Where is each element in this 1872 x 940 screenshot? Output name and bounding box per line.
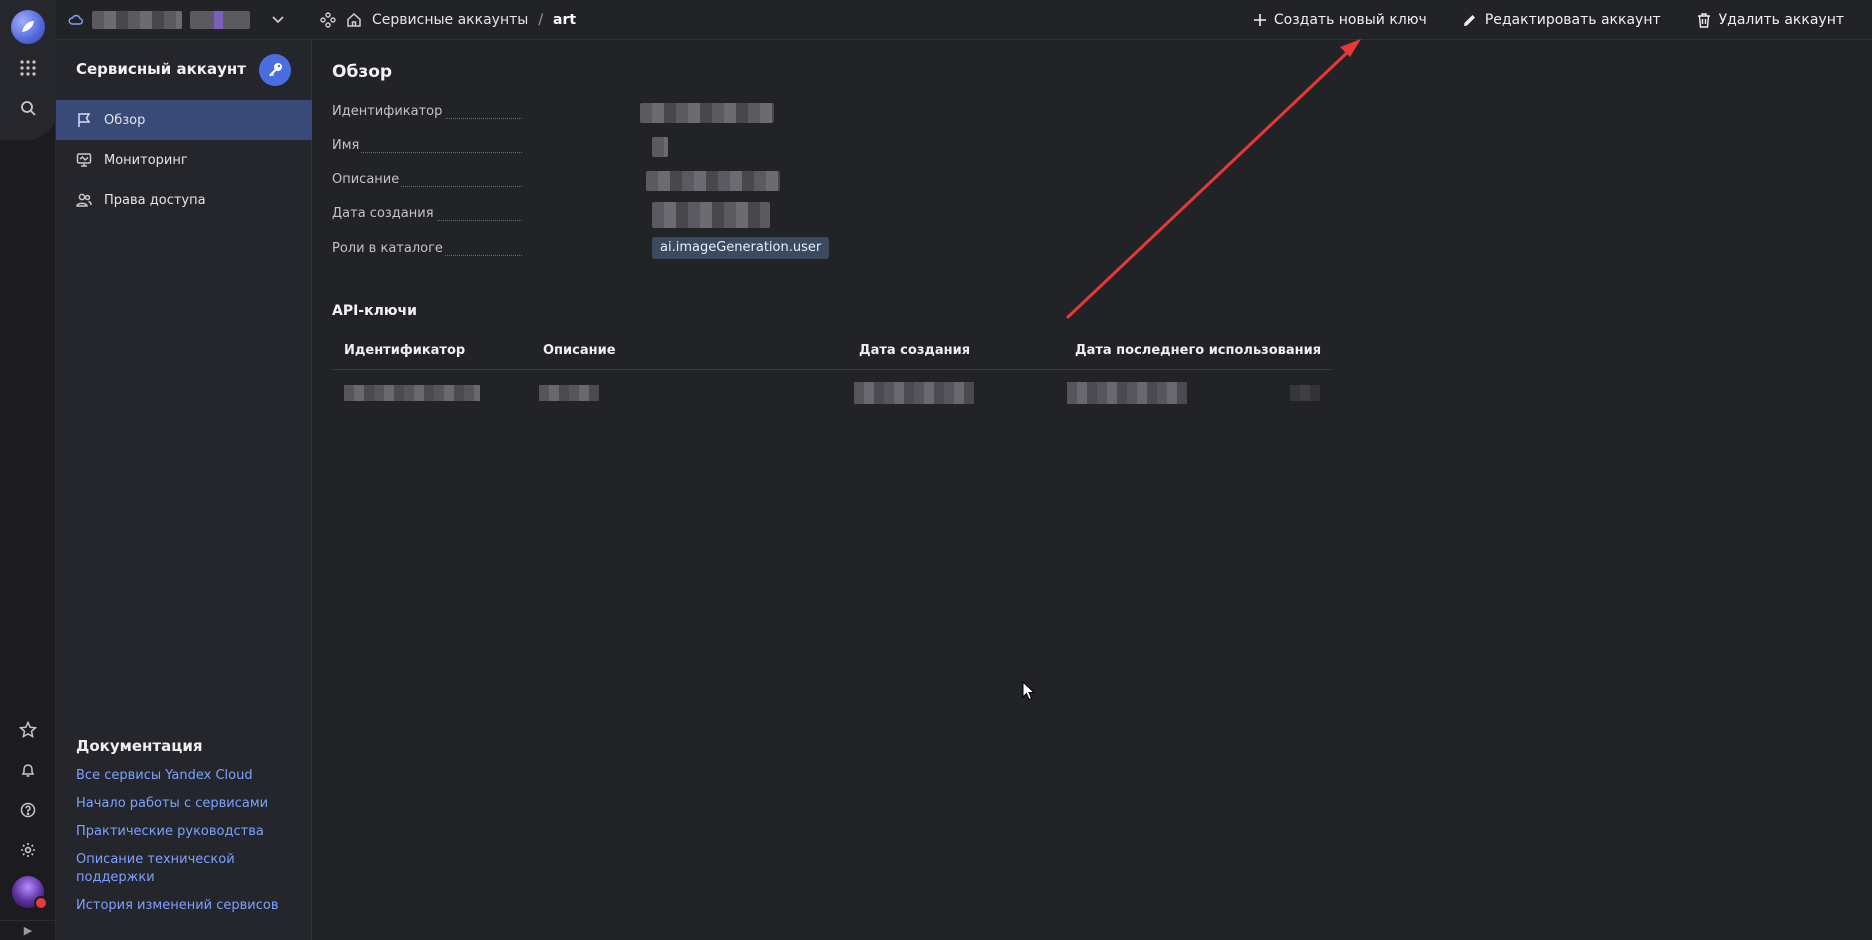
- doc-link-tutorials[interactable]: Практические руководства: [76, 823, 286, 841]
- key-created-redacted: [854, 382, 974, 404]
- flag-icon: [78, 113, 91, 127]
- nav-item-overview[interactable]: Обзор: [56, 100, 312, 140]
- nav-item-monitoring[interactable]: Мониторинг: [56, 140, 312, 180]
- home-icon[interactable]: [346, 12, 362, 28]
- page-title: Обзор: [332, 62, 393, 82]
- table-header: Идентификатор Описание Дата создания Дат…: [332, 330, 1332, 370]
- column-header-last-used[interactable]: Дата последнего использования: [1075, 343, 1321, 358]
- api-keys-title: API-ключи: [332, 303, 417, 319]
- breadcrumb: Сервисные аккаунты / art: [320, 12, 576, 28]
- property-value-redacted: [652, 202, 770, 228]
- notifications-bell-icon[interactable]: [16, 758, 40, 782]
- user-avatar[interactable]: [12, 876, 48, 910]
- key-icon[interactable]: [259, 54, 291, 86]
- service-accounts-icon: [320, 11, 336, 28]
- property-value-redacted: [640, 103, 774, 123]
- monitor-icon: [76, 153, 92, 167]
- property-label: Роли в каталоге: [332, 241, 445, 256]
- doc-link-all-services[interactable]: Все сервисы Yandex Cloud: [76, 767, 286, 785]
- cloud-name-redacted: [92, 10, 182, 29]
- nav-item-label: Мониторинг: [104, 152, 188, 168]
- doc-link-changelog[interactable]: История изменений сервисов: [76, 897, 286, 915]
- breadcrumb-separator: /: [538, 11, 544, 28]
- icon-rail: ▶: [0, 0, 56, 940]
- delete-account-label: Удалить аккаунт: [1718, 12, 1844, 28]
- mouse-cursor-icon: [1022, 681, 1036, 701]
- nav-item-label: Обзор: [104, 112, 146, 128]
- plus-icon: [1253, 14, 1266, 26]
- breadcrumb-service-accounts[interactable]: Сервисные аккаунты: [372, 12, 528, 28]
- key-id-redacted: [344, 385, 480, 401]
- key-description-redacted: [539, 385, 599, 401]
- services-grid-icon[interactable]: [16, 56, 40, 80]
- main-content: Обзор Идентификатор Имя Описание Дата со…: [312, 40, 1872, 940]
- doc-link-getting-started[interactable]: Начало работы с сервисами: [76, 795, 286, 813]
- folder-name-redacted: [190, 10, 250, 29]
- api-keys-table: Идентификатор Описание Дата создания Дат…: [332, 330, 1332, 410]
- create-key-label: Создать новый ключ: [1273, 12, 1427, 28]
- pencil-icon: [1463, 15, 1475, 26]
- property-label: Идентификатор: [332, 104, 445, 119]
- service-account-nav: Сервисный аккаунт Обзор Мониторинг Права…: [56, 40, 312, 940]
- property-label: Описание: [332, 172, 402, 187]
- notification-badge-icon: [34, 896, 48, 910]
- doc-link-support[interactable]: Описание технической поддержки: [76, 851, 246, 887]
- delete-account-button[interactable]: Удалить аккаунт: [1697, 12, 1844, 28]
- yandex-cloud-logo-icon[interactable]: [11, 10, 45, 44]
- property-row: Имя: [332, 137, 772, 157]
- search-icon[interactable]: [16, 96, 40, 120]
- role-tag: ai.imageGeneration.user: [652, 237, 830, 259]
- nav-item-label: Права доступа: [104, 192, 206, 208]
- settings-gear-icon[interactable]: [16, 838, 40, 862]
- cloud-icon: [68, 14, 83, 25]
- nav-title: Сервисный аккаунт: [76, 60, 246, 78]
- expand-rail-icon[interactable]: ▶: [0, 920, 56, 940]
- column-header-created[interactable]: Дата создания: [859, 343, 970, 358]
- property-row: Роли в каталоге ai.imageGeneration.user: [332, 237, 830, 259]
- column-header-id[interactable]: Идентификатор: [344, 343, 465, 358]
- property-value-redacted: [652, 137, 668, 157]
- users-icon: [76, 193, 92, 207]
- property-row: Идентификатор: [332, 103, 774, 123]
- edit-account-button[interactable]: Редактировать аккаунт: [1463, 12, 1661, 28]
- trash-icon: [1697, 12, 1710, 28]
- cloud-folder-selector[interactable]: [56, 0, 306, 40]
- table-row[interactable]: [332, 370, 1332, 410]
- key-last-used-redacted: [1067, 382, 1187, 404]
- edit-account-label: Редактировать аккаунт: [1484, 12, 1661, 28]
- top-bar: Сервисные аккаунты / art Создать новый к…: [56, 0, 1872, 40]
- chevron-down-icon[interactable]: [272, 15, 284, 24]
- property-label: Дата создания: [332, 206, 436, 221]
- top-actions: Создать новый ключ Редактировать аккаунт…: [1253, 0, 1844, 40]
- property-row: Дата создания: [332, 202, 772, 228]
- row-actions-redacted: [1290, 385, 1320, 401]
- property-row: Описание: [332, 171, 780, 191]
- favorites-star-icon[interactable]: [16, 718, 40, 742]
- documentation-title: Документация: [76, 737, 203, 755]
- create-key-button[interactable]: Создать новый ключ: [1253, 12, 1427, 28]
- property-value-redacted: [646, 171, 780, 191]
- property-label: Имя: [332, 138, 362, 153]
- breadcrumb-current: art: [553, 11, 577, 28]
- nav-item-access-rights[interactable]: Права доступа: [56, 180, 312, 220]
- column-header-description[interactable]: Описание: [543, 343, 616, 358]
- help-icon[interactable]: [16, 798, 40, 822]
